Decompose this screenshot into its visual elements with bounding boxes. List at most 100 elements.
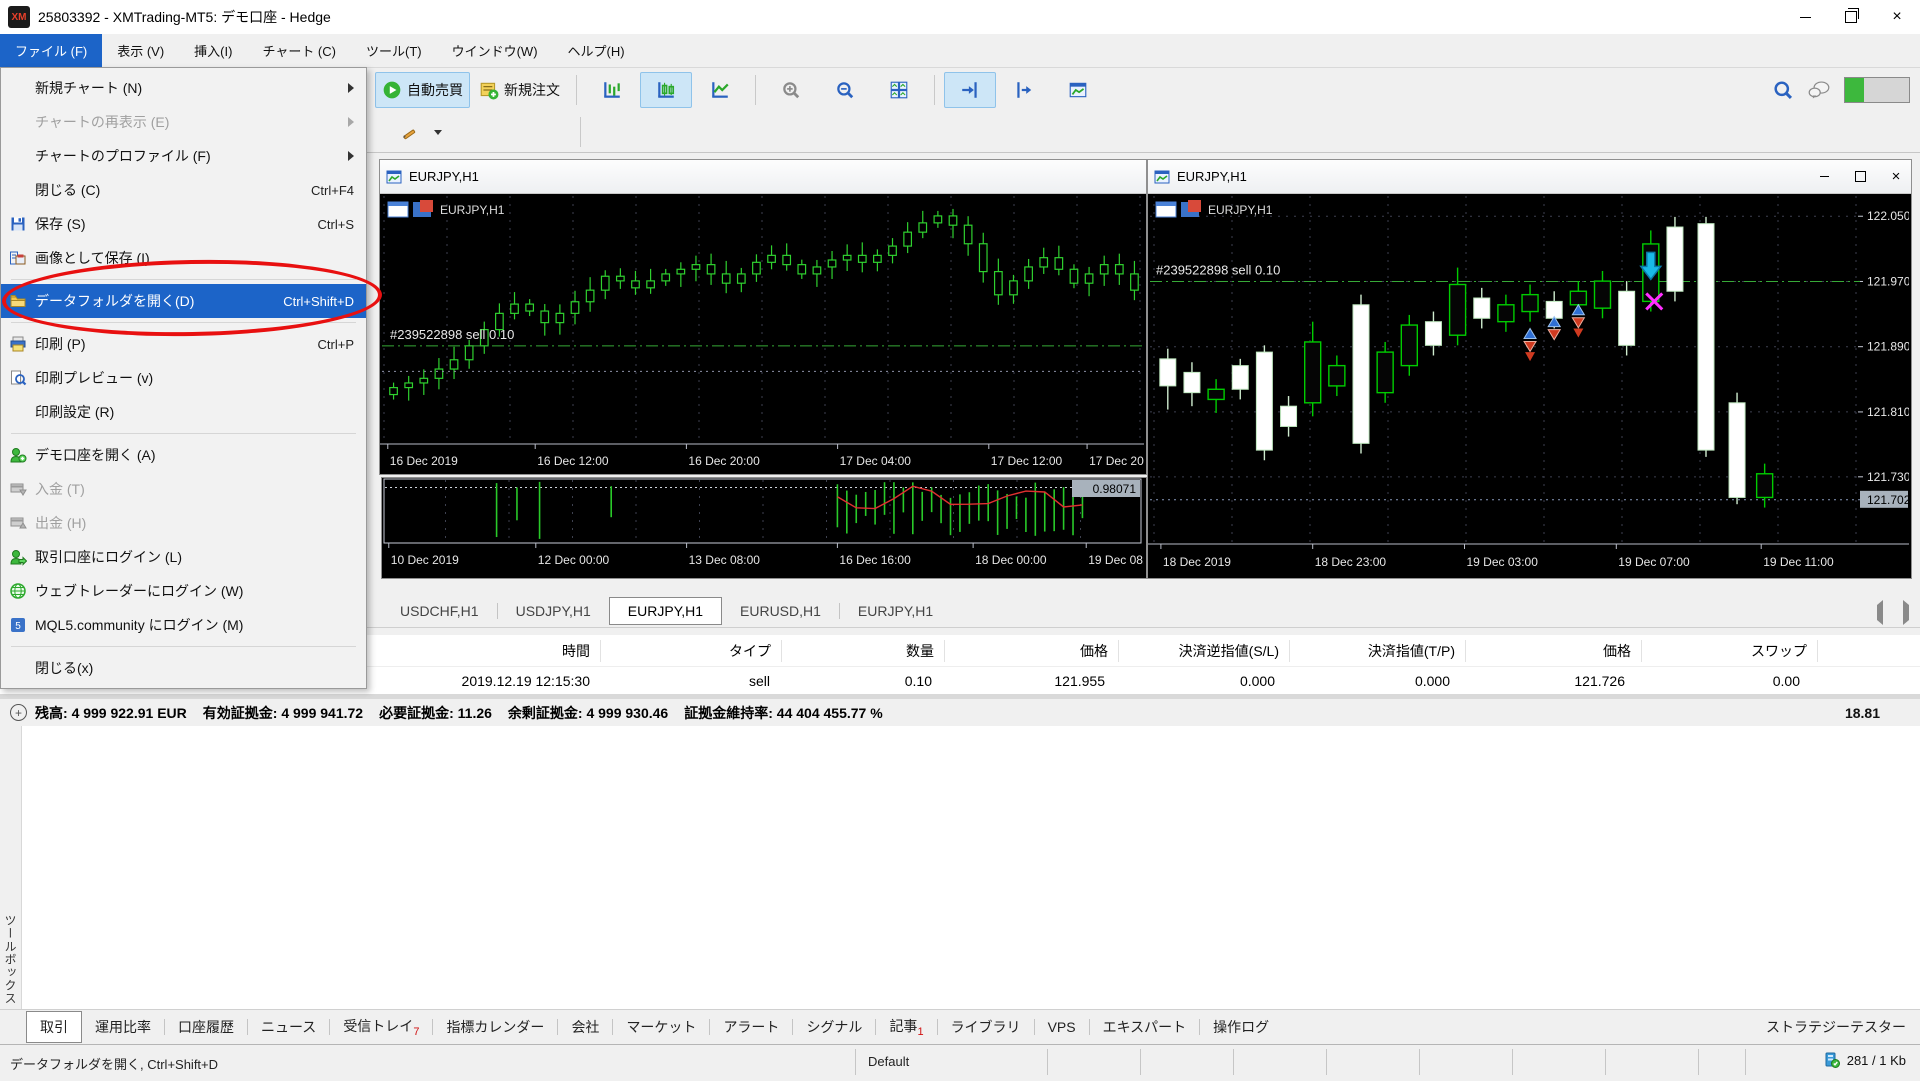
chart-window-left[interactable]: EURJPY,H1 #239522898 sell 0.1016 Dec 201… <box>379 159 1147 475</box>
svg-text:18 Dec 23:00: 18 Dec 23:00 <box>1315 555 1387 569</box>
col-header-1[interactable]: タイプ <box>601 640 782 662</box>
chart-maximize-button[interactable] <box>1851 168 1869 186</box>
restore-button[interactable] <box>1828 0 1874 34</box>
file-menu-item-10[interactable]: 印刷プレビュー (v) <box>1 361 366 395</box>
strategy-tester-label[interactable]: ストラテジーテスター <box>1766 1017 1906 1037</box>
chevron-left-icon <box>1877 600 1883 625</box>
expand-icon[interactable]: + <box>10 704 27 721</box>
file-menu-item-0[interactable]: 新規チャート (N) <box>1 71 366 105</box>
tab-scroll-right-button[interactable] <box>1898 600 1914 625</box>
toolbox-tab-12[interactable]: VPS <box>1035 1013 1089 1041</box>
chart-tab-4[interactable]: EURJPY,H1 <box>840 597 951 625</box>
neworder-icon <box>479 80 499 100</box>
chart-tab-2[interactable]: EURJPY,H1 <box>609 597 722 625</box>
account-summary-row: + 残高: 4 999 922.91 EUR有効証拠金: 4 999 941.7… <box>0 699 1920 727</box>
chart-shift-button[interactable] <box>998 72 1050 108</box>
statusbar-cell-separator <box>1140 1049 1141 1075</box>
tile-windows-button[interactable] <box>873 72 925 108</box>
menu-4[interactable]: ツール(T) <box>351 34 437 67</box>
toolbox-tab-13[interactable]: エキスパート <box>1090 1011 1200 1043</box>
menu-1[interactable]: 表示 (V) <box>102 34 179 67</box>
auto-scroll-button[interactable] <box>944 72 996 108</box>
col-header-4[interactable]: 決済逆指値(S/L) <box>1119 640 1290 662</box>
col-header-5[interactable]: 決済指値(T/P) <box>1290 640 1466 662</box>
menu-5[interactable]: ウインドウ(W) <box>437 34 553 67</box>
toolbox-tab-6[interactable]: 会社 <box>558 1011 612 1043</box>
chart-tab-3[interactable]: EURUSD,H1 <box>722 597 839 625</box>
chart-tab-0[interactable]: USDCHF,H1 <box>382 597 497 625</box>
chart-close-button[interactable]: × <box>1887 168 1905 186</box>
file-menu-item-14: 入金 (T) <box>1 472 366 506</box>
menu-0[interactable]: ファイル (F) <box>0 34 102 67</box>
mini-chart-canvas[interactable]: 0.9807110 Dec 201912 Dec 00:0013 Dec 08:… <box>382 478 1144 576</box>
indicators-button[interactable] <box>1052 72 1104 108</box>
chart-window-mini[interactable]: 0.9807110 Dec 201912 Dec 00:0013 Dec 08:… <box>381 477 1147 579</box>
toolbox-tab-3[interactable]: ニュース <box>248 1011 329 1043</box>
svg-text:121.810: 121.810 <box>1867 405 1909 419</box>
toolbox-tab-14[interactable]: 操作ログ <box>1200 1011 1282 1043</box>
file-menu-item-20[interactable]: 閉じる(x) <box>1 651 366 685</box>
menu-6[interactable]: ヘルプ(H) <box>553 34 640 67</box>
line-chart-button[interactable] <box>694 72 746 108</box>
close-button[interactable]: × <box>1874 0 1920 34</box>
toolbox-tab-11[interactable]: ライブラリ <box>938 1011 1034 1043</box>
col-header-2[interactable]: 数量 <box>782 640 945 662</box>
statusbar: データフォルダを開く, Ctrl+Shift+D Default 281 / 1… <box>0 1044 1920 1081</box>
file-menu-item-13[interactable]: デモ口座を開く (A) <box>1 438 366 472</box>
file-menu-item-17[interactable]: ウェブトレーダーにログイン (W) <box>1 574 366 608</box>
file-menu-item-2[interactable]: チャートのプロファイル (F) <box>1 139 366 173</box>
file-menu-item-16[interactable]: 取引口座にログイン (L) <box>1 540 366 574</box>
toolbox-tab-5[interactable]: 指標カレンダー <box>433 1011 557 1043</box>
search-icon <box>1772 79 1794 101</box>
chart-window-right[interactable]: EURJPY,H1 × 122.050121.970121.890121.810… <box>1147 159 1912 579</box>
toolbox-tab-9[interactable]: シグナル <box>793 1011 875 1043</box>
file-menu-item-9[interactable]: 印刷 (P)Ctrl+P <box>1 327 366 361</box>
right-chart-canvas[interactable]: 122.050121.970121.890121.810121.730121.7… <box>1148 194 1909 577</box>
toolbox-vertical-tab[interactable]: ツールボックス <box>0 726 22 1009</box>
chart-window-right-titlebar[interactable]: EURJPY,H1 × <box>1148 160 1911 194</box>
tab-scroll-left-button[interactable] <box>1872 600 1888 625</box>
svg-text:19 Dec 11:00: 19 Dec 11:00 <box>1763 555 1834 569</box>
file-menu-item-4[interactable]: 保存 (S)Ctrl+S <box>1 207 366 241</box>
col-header-8[interactable]: 損益 <box>1818 640 1920 662</box>
file-menu-item-3[interactable]: 閉じる (C)Ctrl+F4 <box>1 173 366 207</box>
search-button[interactable] <box>1772 79 1794 101</box>
svg-text:16 Dec 12:00: 16 Dec 12:00 <box>537 454 609 468</box>
minimize-button[interactable] <box>1782 0 1828 34</box>
new-order-button[interactable]: 新規注文 <box>472 72 567 108</box>
toolbox-tab-2[interactable]: 口座履歴 <box>165 1011 247 1043</box>
drawing-tool-button[interactable] <box>392 116 426 148</box>
menu-item-label: 閉じる(x) <box>35 658 93 678</box>
file-menu-item-11[interactable]: 印刷設定 (R) <box>1 395 366 429</box>
tile-icon <box>889 80 909 100</box>
candles-chart-button[interactable] <box>640 72 692 108</box>
statusbar-cell-separator <box>1605 1049 1606 1075</box>
toolbox-tab-7[interactable]: マーケット <box>613 1011 709 1043</box>
drawing-tool-dropdown[interactable] <box>428 116 448 148</box>
toolbox-tab-0[interactable]: 取引 <box>26 1011 82 1043</box>
file-menu-item-5[interactable]: 画像として保存 (I) <box>1 241 366 275</box>
menu-2[interactable]: 挿入(I) <box>179 34 247 67</box>
left-chart-canvas[interactable]: #239522898 sell 0.1016 Dec 201916 Dec 12… <box>380 194 1144 474</box>
menu-3[interactable]: チャート (C) <box>247 34 351 67</box>
zoom-out-button[interactable] <box>819 72 871 108</box>
toolbox-tab-10[interactable]: 記事1 <box>876 1010 936 1044</box>
chart-minimize-button[interactable] <box>1815 168 1833 186</box>
file-menu-item-18[interactable]: 5MQL5.community にログイン (M) <box>1 608 366 642</box>
file-menu-item-7[interactable]: データフォルダを開く(D)Ctrl+Shift+D <box>1 284 366 318</box>
bars-chart-button[interactable] <box>586 72 638 108</box>
chart-window-left-titlebar[interactable]: EURJPY,H1 <box>380 160 1146 194</box>
toolbox-tab-1[interactable]: 運用比率 <box>82 1011 164 1043</box>
chart-tab-1[interactable]: USDJPY,H1 <box>498 597 609 625</box>
statusbar-profile[interactable]: Default <box>868 1054 909 1069</box>
deposit-icon <box>1 480 35 498</box>
zoom-in-button[interactable] <box>765 72 817 108</box>
col-header-6[interactable]: 価格 <box>1466 640 1642 662</box>
statusbar-hint: データフォルダを開く, Ctrl+Shift+D <box>10 1054 218 1073</box>
auto-trade-button[interactable]: 自動売買 <box>375 72 470 108</box>
col-header-7[interactable]: スワップ <box>1642 640 1818 662</box>
toolbox-tab-8[interactable]: アラート <box>710 1011 792 1043</box>
chat-button[interactable] <box>1808 79 1830 101</box>
toolbox-tab-4[interactable]: 受信トレイ7 <box>330 1010 432 1044</box>
col-header-3[interactable]: 価格 <box>945 640 1119 662</box>
